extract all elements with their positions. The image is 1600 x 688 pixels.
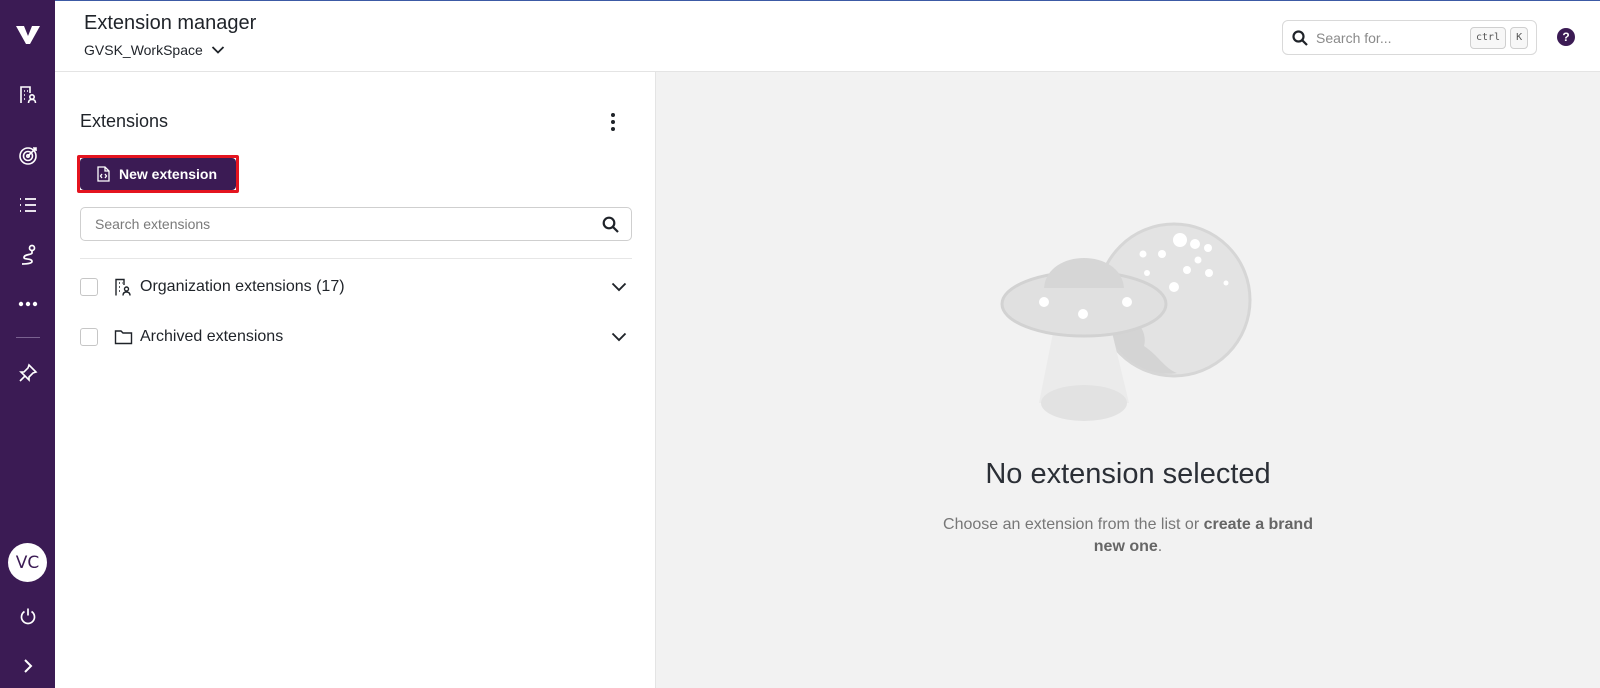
chevron-down-icon [211,46,224,54]
divider [80,258,632,259]
list-icon[interactable] [0,185,55,225]
panel-title: Extensions [80,111,169,131]
extension-search-input[interactable] [95,216,602,232]
global-search-input[interactable] [1316,29,1466,46]
route-icon[interactable] [0,235,55,275]
code-file-icon [97,166,110,182]
empty-desc-prefix: Choose an extension from the list or [943,516,1204,533]
chevron-right-icon[interactable] [0,646,55,686]
search-icon [1292,29,1308,46]
shortcut-key-k: K [1510,26,1529,49]
workspace-selector[interactable]: GVSK_WorkSpace [84,42,225,58]
search-icon[interactable] [602,216,619,233]
chevron-down-icon[interactable] [606,324,632,350]
avatar[interactable]: VC [8,543,47,582]
new-extension-label: New extension [119,166,218,182]
more-icon[interactable] [0,284,55,324]
shortcut-key-ctrl: ctrl [1470,26,1507,49]
folder-icon [113,327,133,347]
workspace-name: GVSK_WorkSpace [84,42,203,58]
new-extension-button[interactable]: New extension [80,158,236,190]
power-icon[interactable] [0,596,55,636]
extensions-panel: Extensions New extension Organization ex… [55,72,656,688]
group-label: Organization extensions (17) [140,278,345,295]
group-organization-extensions[interactable]: Organization extensions (17) [80,272,632,302]
empty-desc-suffix: . [1157,538,1163,555]
rail-divider [16,337,40,338]
organization-icon [113,277,133,297]
ufo-planet-illustration [999,218,1259,428]
empty-state-title: No extension selected [985,458,1271,490]
group-checkbox[interactable] [80,278,98,296]
extension-search[interactable] [80,207,632,241]
pin-icon[interactable] [0,353,55,393]
left-rail: VC [0,0,55,688]
empty-state-description: Choose an extension from the list or cre… [926,514,1330,558]
organization-icon[interactable] [0,75,55,115]
global-search[interactable]: ctrl K [1282,20,1537,55]
help-icon[interactable]: ? [1557,28,1575,46]
kebab-menu-icon[interactable] [601,109,625,135]
chevron-down-icon[interactable] [606,274,632,300]
page-title: Extension manager [84,12,257,34]
top-header: Extension manager GVSK_WorkSpace ctrl K … [55,0,1600,72]
group-checkbox[interactable] [80,328,98,346]
v-logo-icon[interactable] [0,15,55,55]
group-archived-extensions[interactable]: Archived extensions [80,322,632,352]
target-icon[interactable] [0,135,55,175]
group-label: Archived extensions [140,328,284,345]
